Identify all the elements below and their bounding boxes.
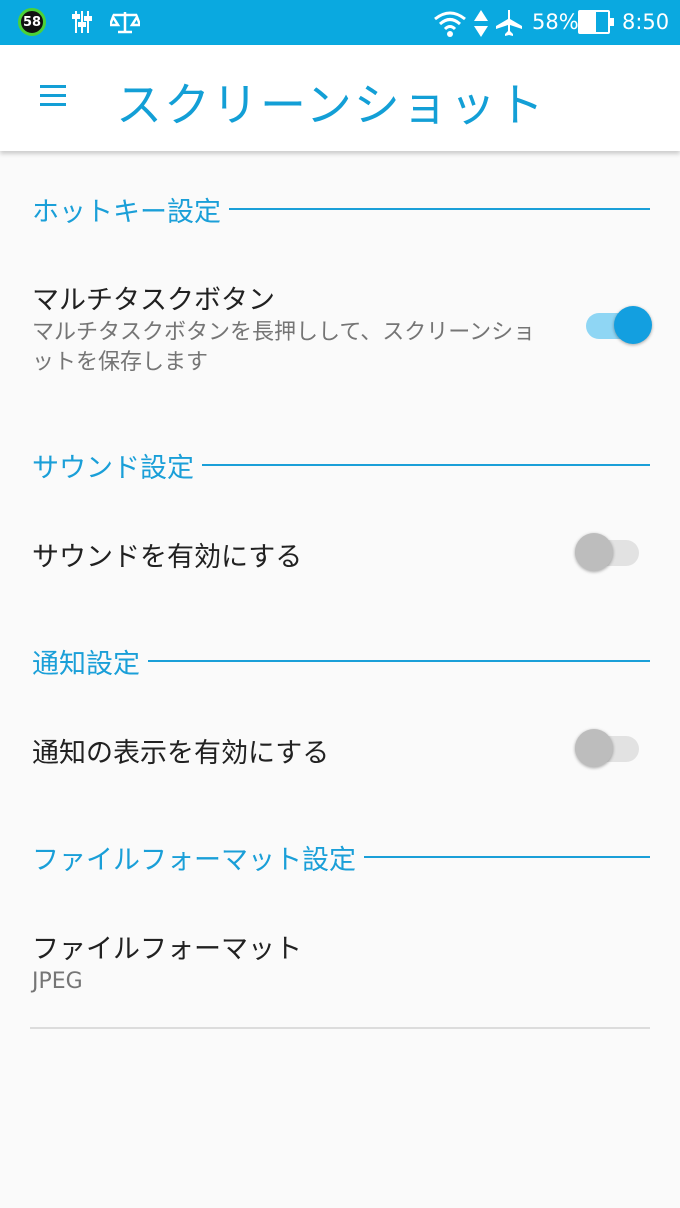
airplane-icon	[496, 10, 522, 36]
section-header-notification: 通知設定	[32, 641, 650, 681]
clock: 8:50	[622, 10, 670, 34]
battery-percent: 58%	[532, 10, 579, 34]
section-divider	[148, 660, 650, 662]
hamburger-menu-icon[interactable]	[40, 85, 66, 107]
section-header-file-format: ファイルフォーマット設定	[32, 837, 650, 877]
section-header-label: 通知設定	[32, 648, 140, 680]
section-header-sound: サウンド設定	[32, 445, 650, 485]
pref-value: JPEG	[32, 969, 83, 994]
status-bar: 58 58% 8:50	[0, 0, 680, 45]
section-header-hotkey: ホットキー設定	[32, 189, 650, 229]
pref-title: ファイルフォーマット	[32, 934, 302, 965]
pref-title: 通知の表示を有効にする	[32, 738, 330, 769]
section-header-label: サウンド設定	[32, 452, 194, 484]
pref-title: マルチタスクボタン	[32, 285, 275, 316]
page-title: スクリーンショット	[116, 78, 546, 132]
section-divider	[364, 856, 650, 858]
section-divider	[229, 208, 650, 210]
list-divider	[30, 1027, 650, 1029]
notification-toggle[interactable]	[575, 729, 641, 769]
section-header-label: ファイルフォーマット設定	[32, 844, 356, 876]
pref-title: サウンドを有効にする	[32, 542, 303, 573]
data-arrows-icon	[474, 10, 488, 37]
battery-icon	[578, 10, 614, 34]
notification-badge-icon: 58	[18, 8, 46, 36]
section-divider	[202, 464, 650, 466]
multitask-button-toggle[interactable]	[586, 306, 652, 346]
equalizer-icon	[72, 11, 92, 33]
scale-icon	[110, 12, 140, 34]
sound-toggle[interactable]	[575, 533, 641, 573]
wifi-icon	[434, 11, 466, 37]
pref-summary: マルチタスクボタンを長押しして、スクリーンショットを保存します	[32, 320, 536, 375]
app-bar: スクリーンショット	[0, 45, 680, 151]
section-header-label: ホットキー設定	[32, 196, 221, 228]
